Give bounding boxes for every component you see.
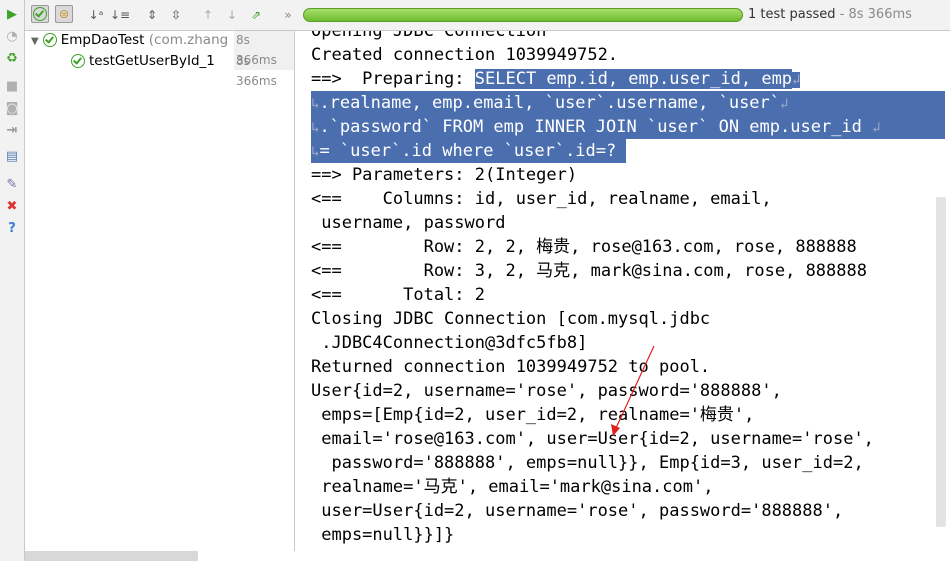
annotation-arrow bbox=[611, 345, 655, 436]
